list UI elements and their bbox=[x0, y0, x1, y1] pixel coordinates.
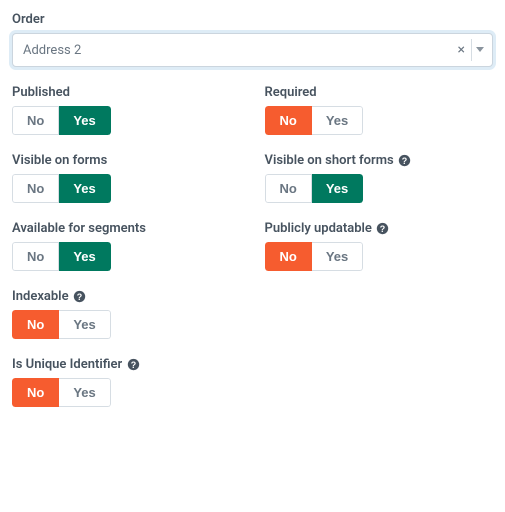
indexable-no-button[interactable]: No bbox=[12, 310, 59, 339]
visible-forms-no-button[interactable]: No bbox=[12, 174, 59, 203]
chevron-down-icon[interactable] bbox=[471, 39, 487, 61]
publicly-updatable-label-text: Publicly updatable bbox=[265, 221, 372, 236]
help-icon[interactable]: ? bbox=[398, 154, 412, 168]
visible-short-forms-label: Visible on short forms ? bbox=[265, 153, 494, 168]
publicly-updatable-toggle: No Yes bbox=[265, 242, 364, 271]
order-select-value: Address 2 bbox=[23, 43, 81, 58]
visible-short-forms-yes-button[interactable]: Yes bbox=[312, 174, 363, 203]
published-toggle: No Yes bbox=[12, 106, 111, 135]
visible-forms-label-text: Visible on forms bbox=[12, 153, 107, 168]
svg-text:?: ? bbox=[402, 156, 407, 166]
publicly-updatable-label: Publicly updatable ? bbox=[265, 221, 494, 236]
available-segments-label-text: Available for segments bbox=[12, 221, 146, 236]
unique-identifier-toggle: No Yes bbox=[12, 378, 111, 407]
available-segments-no-button[interactable]: No bbox=[12, 242, 59, 271]
visible-forms-label: Visible on forms bbox=[12, 153, 241, 168]
publicly-updatable-no-button[interactable]: No bbox=[265, 242, 312, 271]
visible-short-forms-toggle: No Yes bbox=[265, 174, 364, 203]
published-label: Published bbox=[12, 85, 241, 100]
unique-identifier-no-button[interactable]: No bbox=[12, 378, 59, 407]
svg-text:?: ? bbox=[77, 292, 82, 302]
clear-icon[interactable]: × bbox=[458, 42, 465, 58]
order-select[interactable]: Address 2 bbox=[12, 33, 493, 67]
help-icon[interactable]: ? bbox=[126, 358, 140, 372]
indexable-yes-button[interactable]: Yes bbox=[59, 310, 110, 339]
svg-text:?: ? bbox=[130, 360, 135, 370]
published-yes-button[interactable]: Yes bbox=[59, 106, 110, 135]
help-icon[interactable]: ? bbox=[73, 290, 87, 304]
svg-text:?: ? bbox=[380, 224, 385, 234]
required-label-text: Required bbox=[265, 85, 317, 100]
required-yes-button[interactable]: Yes bbox=[312, 106, 363, 135]
available-segments-toggle: No Yes bbox=[12, 242, 111, 271]
required-no-button[interactable]: No bbox=[265, 106, 312, 135]
indexable-label-text: Indexable bbox=[12, 289, 69, 304]
available-segments-yes-button[interactable]: Yes bbox=[59, 242, 110, 271]
visible-forms-yes-button[interactable]: Yes bbox=[59, 174, 110, 203]
order-label-text: Order bbox=[12, 12, 45, 27]
visible-forms-toggle: No Yes bbox=[12, 174, 111, 203]
order-label: Order bbox=[12, 12, 493, 27]
indexable-toggle: No Yes bbox=[12, 310, 111, 339]
order-select-controls: × bbox=[458, 33, 487, 67]
available-segments-label: Available for segments bbox=[12, 221, 241, 236]
publicly-updatable-yes-button[interactable]: Yes bbox=[312, 242, 363, 271]
unique-identifier-label-text: Is Unique Identifier bbox=[12, 357, 122, 372]
unique-identifier-yes-button[interactable]: Yes bbox=[59, 378, 110, 407]
visible-short-forms-no-button[interactable]: No bbox=[265, 174, 312, 203]
indexable-label: Indexable ? bbox=[12, 289, 241, 304]
required-toggle: No Yes bbox=[265, 106, 364, 135]
published-label-text: Published bbox=[12, 85, 70, 100]
published-no-button[interactable]: No bbox=[12, 106, 59, 135]
required-label: Required bbox=[265, 85, 494, 100]
help-icon[interactable]: ? bbox=[376, 222, 390, 236]
unique-identifier-label: Is Unique Identifier ? bbox=[12, 357, 241, 372]
visible-short-forms-label-text: Visible on short forms bbox=[265, 153, 394, 168]
order-select-wrap: Address 2 × bbox=[12, 33, 493, 67]
